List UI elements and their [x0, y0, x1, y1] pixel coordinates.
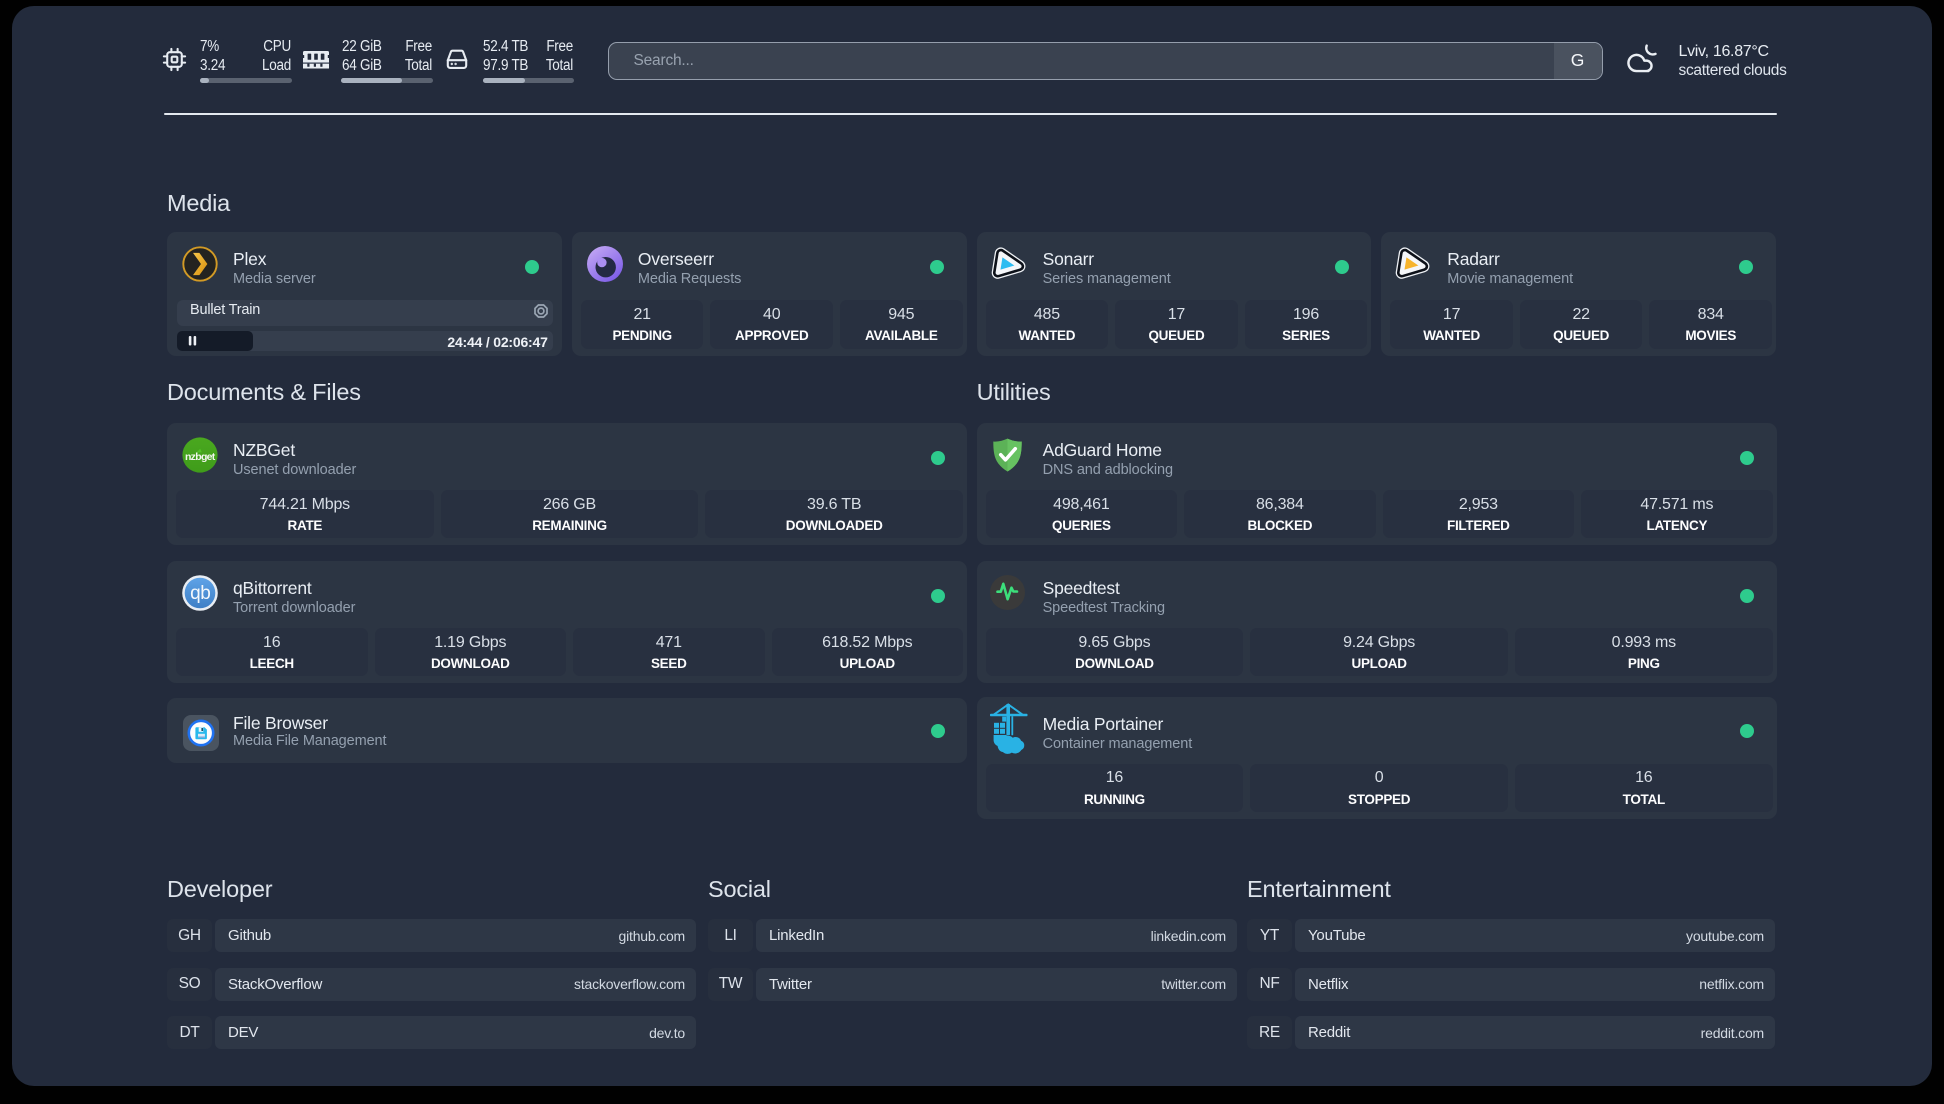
svg-text:qb: qb	[190, 583, 210, 604]
svg-text:nzbget: nzbget	[185, 451, 216, 463]
